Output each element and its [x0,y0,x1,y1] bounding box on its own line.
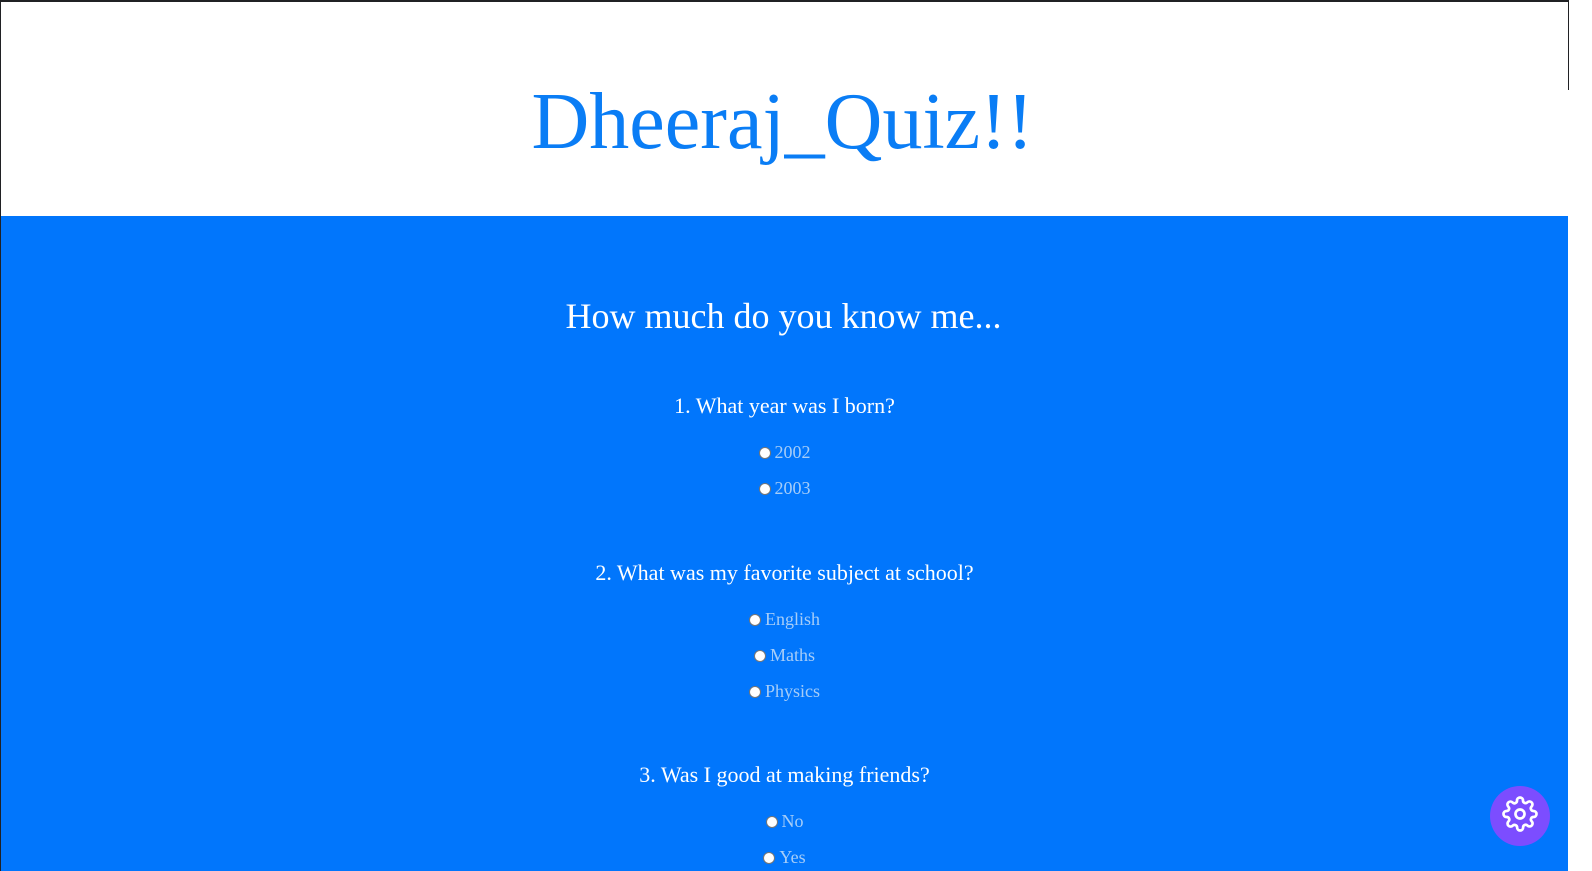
scrollbar[interactable] [1568,0,1592,871]
option-english[interactable]: English [1,601,1568,637]
option-label: 2002 [774,442,811,462]
question-text: 1. What year was I born? [674,393,895,418]
question-3: 3. Was I good at making friends? No Yes [1,761,1568,871]
radio-button[interactable] [748,614,761,626]
option-label: English [764,609,820,629]
radio-button[interactable] [765,816,778,828]
radio-button[interactable] [758,447,771,459]
settings-button[interactable] [1490,786,1550,846]
question-text: 3. Was I good at making friends? [639,762,930,787]
option-label: Yes [779,847,806,867]
question-1: 1. What year was I born? 2002 2003 [1,392,1568,506]
option-yes[interactable]: Yes [1,839,1568,871]
radio-button[interactable] [754,650,766,662]
radio-button[interactable] [748,686,761,698]
page: Dheeraj_Quiz!! How much do you know me..… [0,0,1568,871]
option-2002[interactable]: 2002 [1,434,1568,470]
site-header: Dheeraj_Quiz!! [1,2,1568,216]
option-maths[interactable]: Maths [1,637,1568,673]
option-no[interactable]: No [1,803,1568,839]
site-title: Dheeraj_Quiz!! [531,78,1034,166]
radio-button[interactable] [763,852,776,864]
option-label: Physics [764,681,820,701]
quiz-subtitle: How much do you know me... [565,296,1002,336]
question-2: 2. What was my favorite subject at schoo… [1,559,1568,709]
scrollbar-edge [1568,0,1569,90]
question-text: 2. What was my favorite subject at schoo… [595,560,974,585]
option-2003[interactable]: 2003 [1,470,1568,506]
option-label: Maths [770,645,815,665]
radio-button[interactable] [758,483,771,495]
option-label: 2003 [774,478,811,498]
gear-icon [1502,795,1538,837]
option-physics[interactable]: Physics [1,673,1568,709]
option-label: No [781,811,804,831]
quiz-section: How much do you know me... 1. What year … [1,216,1568,871]
